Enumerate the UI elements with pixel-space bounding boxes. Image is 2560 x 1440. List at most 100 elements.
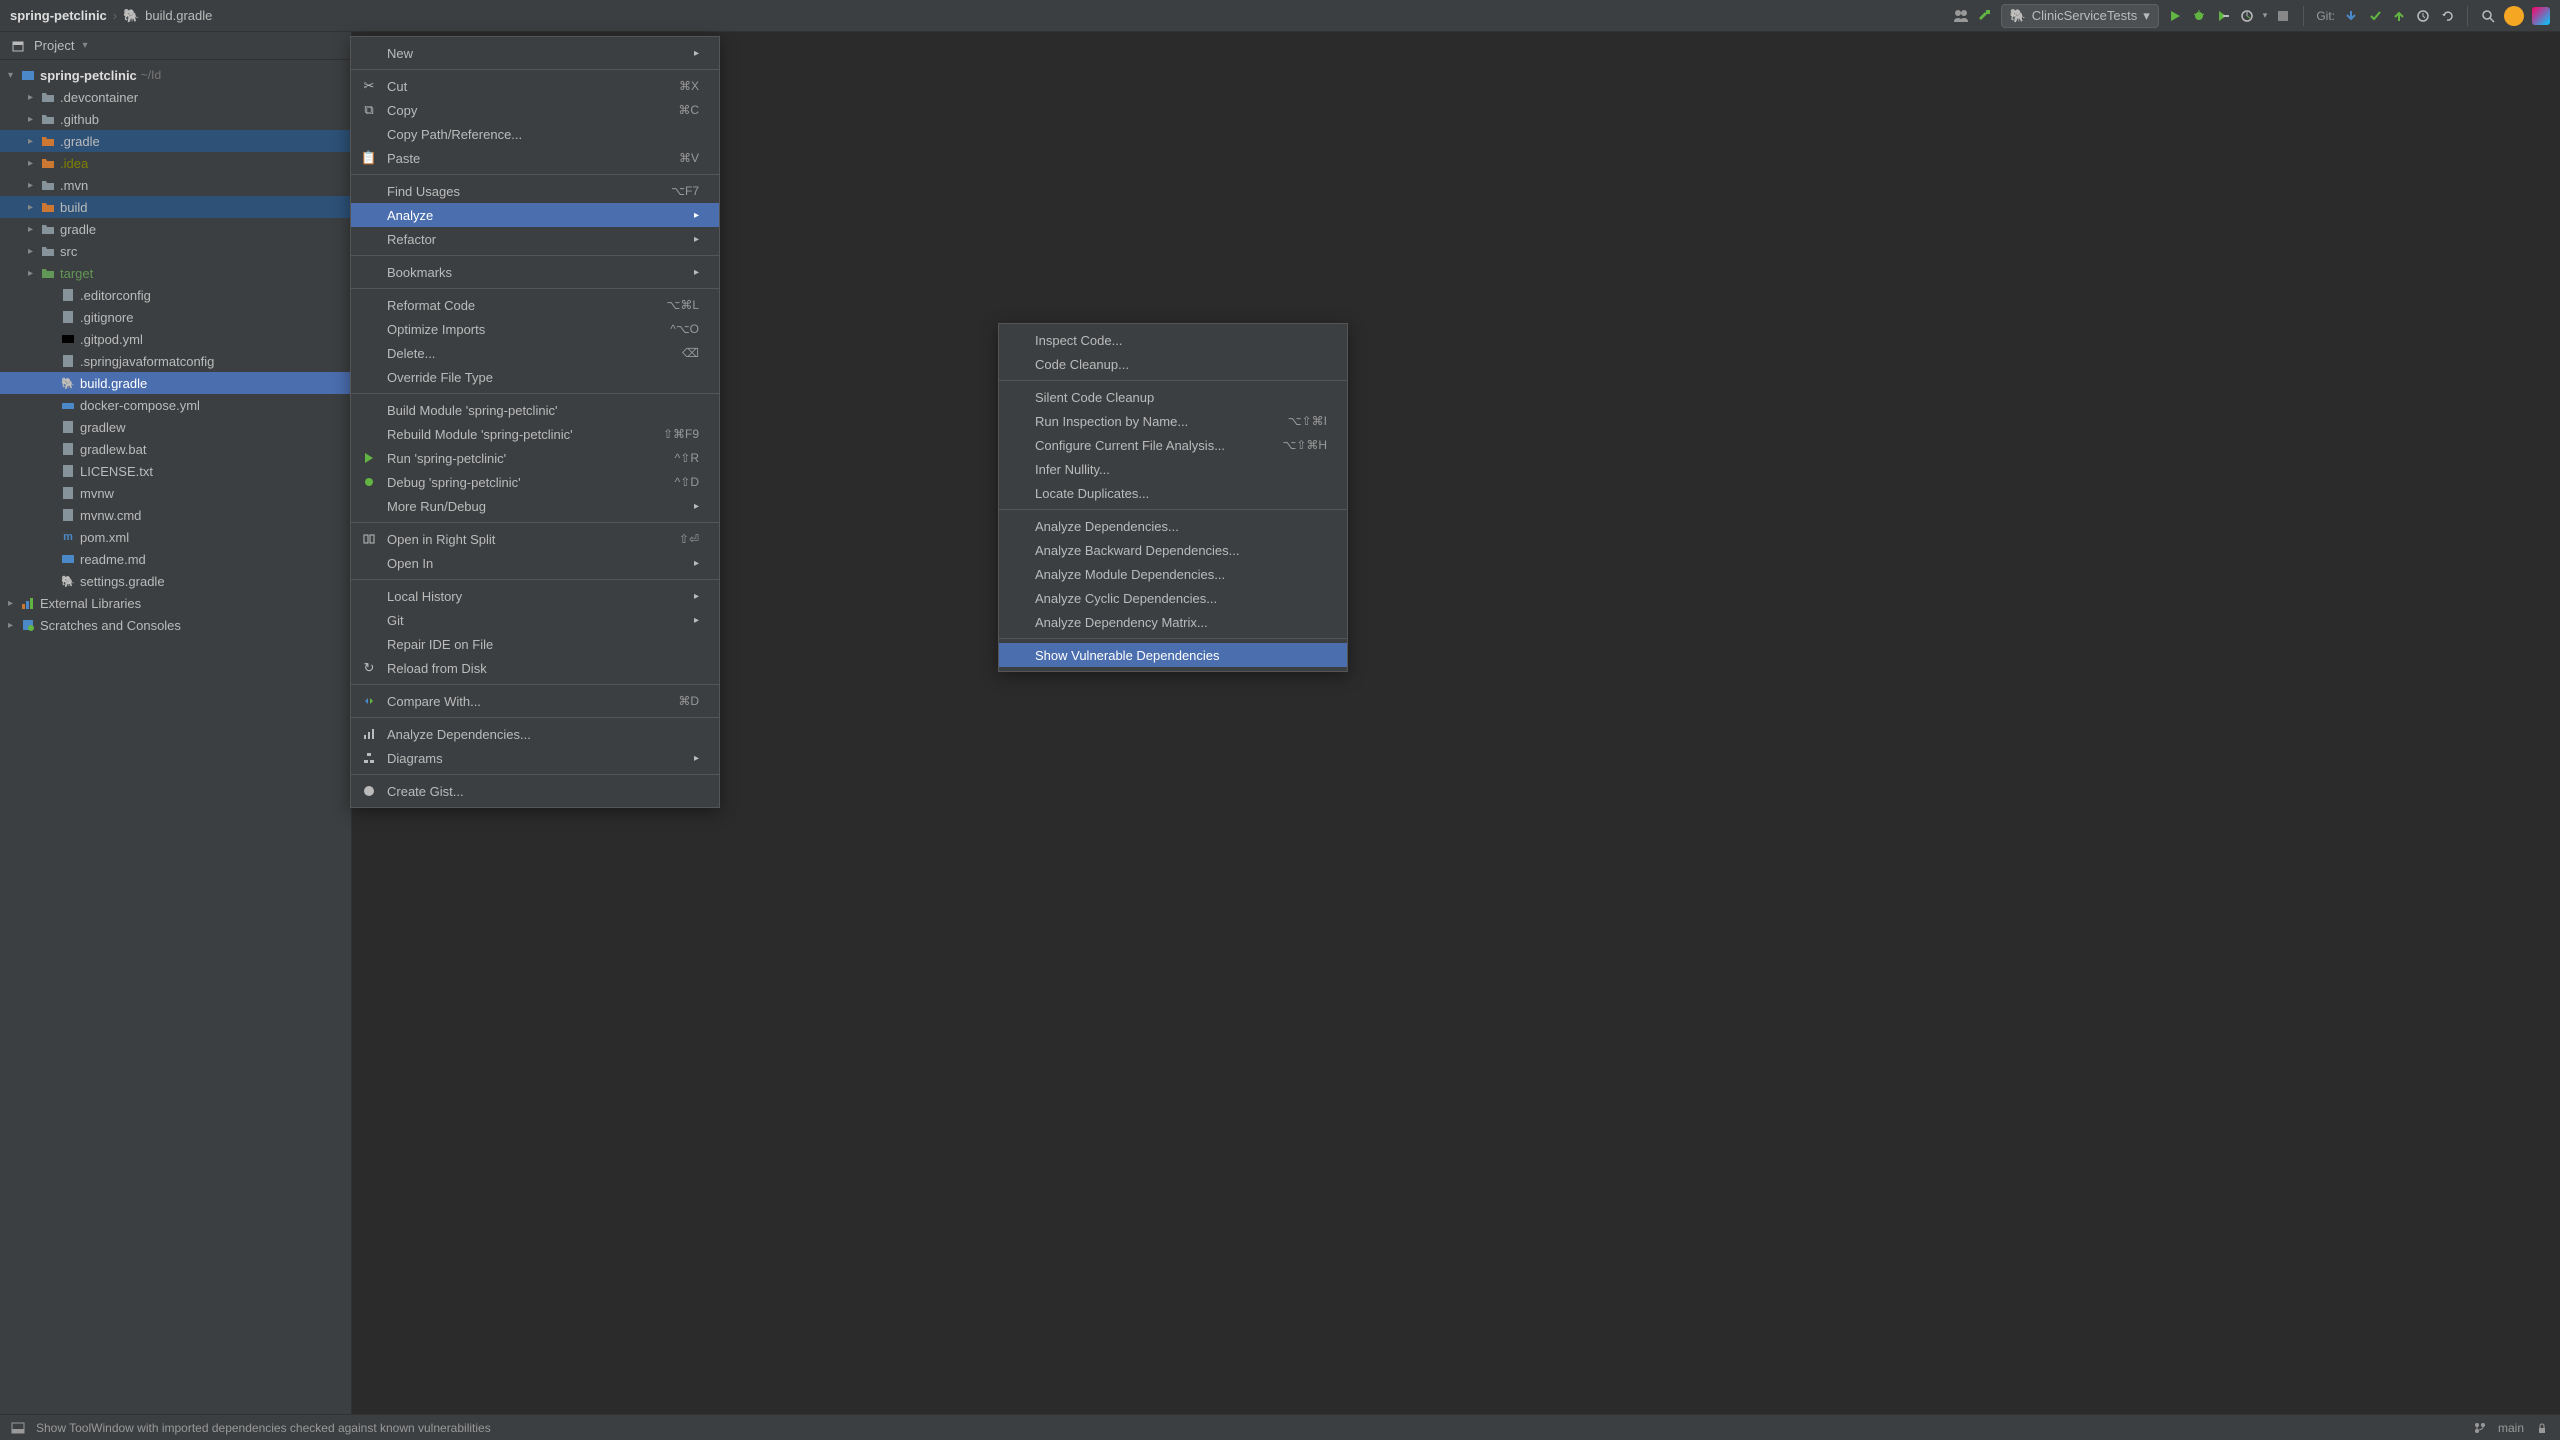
sidebar-title[interactable]: Project	[34, 38, 74, 53]
file-gradlew[interactable]: gradlew	[0, 416, 351, 438]
menu-item-new[interactable]: New▸	[351, 41, 719, 65]
expand-icon[interactable]: ▸	[28, 136, 40, 147]
folder-target[interactable]: ▸target	[0, 262, 351, 284]
folder-.mvn[interactable]: ▸.mvn	[0, 174, 351, 196]
run-button[interactable]	[2167, 8, 2183, 24]
tree-extra[interactable]: ▸External Libraries	[0, 592, 351, 614]
file-gradlew.bat[interactable]: gradlew.bat	[0, 438, 351, 460]
folder-gradle[interactable]: ▸gradle	[0, 218, 351, 240]
menu-item-reload-from-disk[interactable]: ↻Reload from Disk	[351, 656, 719, 680]
file-readme.md[interactable]: readme.md	[0, 548, 351, 570]
menu-item-refactor[interactable]: Refactor▸	[351, 227, 719, 251]
expand-icon[interactable]: ▾	[8, 70, 20, 81]
file-.gitignore[interactable]: .gitignore	[0, 306, 351, 328]
folder-.gradle[interactable]: ▸.gradle	[0, 130, 351, 152]
file-.gitpod.yml[interactable]: .gitpod.yml	[0, 328, 351, 350]
file-build.gradle[interactable]: 🐘build.gradle	[0, 372, 351, 394]
file-.springjavaformatconfig[interactable]: .springjavaformatconfig	[0, 350, 351, 372]
search-icon[interactable]	[2480, 8, 2496, 24]
menu-item-show-vulnerable-dependencies[interactable]: Show Vulnerable Dependencies	[999, 643, 1347, 667]
menu-item-override-file-type[interactable]: Override File Type	[351, 365, 719, 389]
file-.editorconfig[interactable]: .editorconfig	[0, 284, 351, 306]
hammer-icon[interactable]	[1977, 8, 1993, 24]
expand-icon[interactable]: ▸	[8, 620, 20, 631]
menu-item-local-history[interactable]: Local History▸	[351, 584, 719, 608]
menu-item-open-in[interactable]: Open In▸	[351, 551, 719, 575]
expand-icon[interactable]: ▸	[28, 224, 40, 235]
expand-icon[interactable]: ▸	[28, 268, 40, 279]
toolwindow-icon[interactable]	[10, 1420, 26, 1436]
breadcrumb-file[interactable]: build.gradle	[145, 8, 212, 23]
branch-name[interactable]: main	[2498, 1421, 2524, 1435]
git-push-icon[interactable]	[2391, 8, 2407, 24]
folder-.github[interactable]: ▸.github	[0, 108, 351, 130]
menu-item-cut[interactable]: ✂Cut⌘X	[351, 74, 719, 98]
menu-item-silent-code-cleanup[interactable]: Silent Code Cleanup	[999, 385, 1347, 409]
coverage-button[interactable]	[2215, 8, 2231, 24]
menu-item-diagrams[interactable]: Diagrams▸	[351, 746, 719, 770]
debug-button[interactable]	[2191, 8, 2207, 24]
avatar[interactable]	[2504, 6, 2524, 26]
menu-item-copy-path-reference-[interactable]: Copy Path/Reference...	[351, 122, 719, 146]
menu-item-infer-nullity-[interactable]: Infer Nullity...	[999, 457, 1347, 481]
git-history-icon[interactable]	[2415, 8, 2431, 24]
menu-item-run-inspection-by-name-[interactable]: Run Inspection by Name...⌥⇧⌘I	[999, 409, 1347, 433]
menu-item-configure-current-file-analysis-[interactable]: Configure Current File Analysis...⌥⇧⌘H	[999, 433, 1347, 457]
menu-item-repair-ide-on-file[interactable]: Repair IDE on File	[351, 632, 719, 656]
menu-item-reformat-code[interactable]: Reformat Code⌥⌘L	[351, 293, 719, 317]
menu-item-locate-duplicates-[interactable]: Locate Duplicates...	[999, 481, 1347, 505]
file-mvnw[interactable]: mvnw	[0, 482, 351, 504]
menu-item-create-gist-[interactable]: Create Gist...	[351, 779, 719, 803]
expand-icon[interactable]: ▸	[28, 92, 40, 103]
menu-item-optimize-imports[interactable]: Optimize Imports^⌥O	[351, 317, 719, 341]
file-LICENSE.txt[interactable]: LICENSE.txt	[0, 460, 351, 482]
expand-icon[interactable]: ▸	[28, 202, 40, 213]
git-pull-icon[interactable]	[2343, 8, 2359, 24]
menu-item-analyze-dependencies-[interactable]: Analyze Dependencies...	[999, 514, 1347, 538]
expand-icon[interactable]: ▸	[8, 598, 20, 609]
menu-item-analyze-dependencies-[interactable]: Analyze Dependencies...	[351, 722, 719, 746]
file-docker-compose.yml[interactable]: docker-compose.yml	[0, 394, 351, 416]
expand-icon[interactable]: ▸	[28, 180, 40, 191]
profile-button[interactable]	[2239, 8, 2255, 24]
menu-item-copy[interactable]: ⧉Copy⌘C	[351, 98, 719, 122]
menu-item-compare-with-[interactable]: Compare With...⌘D	[351, 689, 719, 713]
git-rollback-icon[interactable]	[2439, 8, 2455, 24]
menu-item-analyze-backward-dependencies-[interactable]: Analyze Backward Dependencies...	[999, 538, 1347, 562]
menu-item-code-cleanup-[interactable]: Code Cleanup...	[999, 352, 1347, 376]
stop-button[interactable]	[2275, 8, 2291, 24]
folder-build[interactable]: ▸build	[0, 196, 351, 218]
menu-item-bookmarks[interactable]: Bookmarks▸	[351, 260, 719, 284]
menu-item-git[interactable]: Git▸	[351, 608, 719, 632]
menu-item-open-in-right-split[interactable]: Open in Right Split⇧⏎	[351, 527, 719, 551]
file-mvnw.cmd[interactable]: mvnw.cmd	[0, 504, 351, 526]
folder-src[interactable]: ▸src	[0, 240, 351, 262]
menu-item-find-usages[interactable]: Find Usages⌥F7	[351, 179, 719, 203]
jetbrains-logo[interactable]	[2532, 7, 2550, 25]
profile-dropdown-icon[interactable]: ▾	[2263, 10, 2268, 21]
menu-item-more-run-debug[interactable]: More Run/Debug▸	[351, 494, 719, 518]
project-icon[interactable]	[10, 38, 26, 54]
menu-item-paste[interactable]: 📋Paste⌘V	[351, 146, 719, 170]
menu-item-debug-spring-petclinic-[interactable]: Debug 'spring-petclinic'^⇧D	[351, 470, 719, 494]
expand-icon[interactable]: ▸	[28, 114, 40, 125]
git-commit-icon[interactable]	[2367, 8, 2383, 24]
users-icon[interactable]	[1953, 8, 1969, 24]
run-configuration[interactable]: 🐘 ClinicServiceTests ▾	[2001, 4, 2159, 28]
menu-item-run-spring-petclinic-[interactable]: Run 'spring-petclinic'^⇧R	[351, 446, 719, 470]
menu-item-inspect-code-[interactable]: Inspect Code...	[999, 328, 1347, 352]
menu-item-analyze[interactable]: Analyze▸	[351, 203, 719, 227]
lock-icon[interactable]	[2534, 1420, 2550, 1436]
menu-item-delete-[interactable]: Delete...⌫	[351, 341, 719, 365]
project-root[interactable]: ▾ spring-petclinic ~/Id	[0, 64, 351, 86]
menu-item-analyze-cyclic-dependencies-[interactable]: Analyze Cyclic Dependencies...	[999, 586, 1347, 610]
folder-.devcontainer[interactable]: ▸.devcontainer	[0, 86, 351, 108]
folder-.idea[interactable]: ▸.idea	[0, 152, 351, 174]
expand-icon[interactable]: ▸	[28, 158, 40, 169]
branch-icon[interactable]	[2472, 1420, 2488, 1436]
file-pom.xml[interactable]: mpom.xml	[0, 526, 351, 548]
breadcrumb-root[interactable]: spring-petclinic	[10, 8, 107, 23]
tree-extra[interactable]: ▸Scratches and Consoles	[0, 614, 351, 636]
file-settings.gradle[interactable]: 🐘settings.gradle	[0, 570, 351, 592]
expand-icon[interactable]: ▸	[28, 246, 40, 257]
